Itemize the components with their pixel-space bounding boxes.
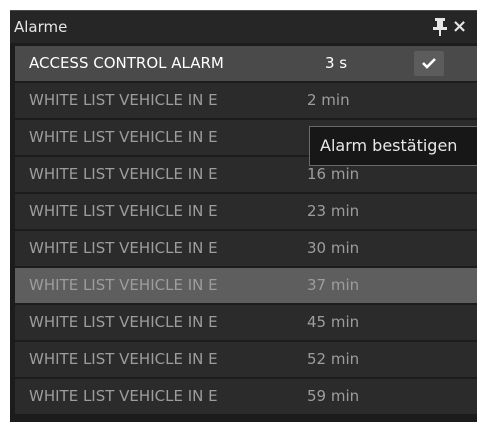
alarm-elapsed-time: 16 min bbox=[307, 165, 360, 183]
alarm-name: WHITE LIST VEHICLE IN E bbox=[29, 91, 218, 109]
alarm-name: WHITE LIST VEHICLE IN E bbox=[29, 387, 218, 405]
alarm-row[interactable]: WHITE LIST VEHICLE IN E 37 min bbox=[15, 268, 477, 303]
alarm-elapsed-time: 37 min bbox=[307, 276, 360, 294]
alarm-elapsed-time: 59 min bbox=[307, 387, 360, 405]
alarm-name: WHITE LIST VEHICLE IN E bbox=[29, 313, 218, 331]
pin-icon[interactable] bbox=[431, 16, 449, 38]
alarm-name: WHITE LIST VEHICLE IN E bbox=[29, 128, 218, 146]
close-icon[interactable]: × bbox=[452, 16, 474, 38]
check-icon bbox=[422, 58, 436, 69]
panel-header: Alarme × bbox=[10, 11, 477, 43]
alarm-list: ACCESS CONTROL ALARM 3 s WHITE LIST VEHICL… bbox=[15, 46, 477, 422]
alarm-row[interactable]: WHITE LIST VEHICLE IN E 2 min bbox=[15, 83, 477, 118]
alarm-row[interactable]: WHITE LIST VEHICLE IN E 45 min bbox=[15, 305, 477, 340]
alarm-elapsed-time: 23 min bbox=[307, 202, 360, 220]
alarm-name: WHITE LIST VEHICLE IN E bbox=[29, 350, 218, 368]
alarm-row[interactable]: WHITE LIST VEHICLE IN E 52 min bbox=[15, 342, 477, 377]
acknowledge-alarm-button[interactable] bbox=[414, 51, 444, 76]
alarm-name: WHITE LIST VEHICLE IN E bbox=[29, 165, 218, 183]
alarm-elapsed-time: 3 s bbox=[325, 54, 348, 72]
tooltip-text: Alarm bestätigen bbox=[320, 136, 458, 155]
alarm-row[interactable]: ACCESS CONTROL ALARM 3 s bbox=[15, 46, 477, 81]
alarm-name: WHITE LIST VEHICLE IN E bbox=[29, 276, 218, 294]
alarm-name: WHITE LIST VEHICLE IN E bbox=[29, 239, 218, 257]
alarm-name: WHITE LIST VEHICLE IN E bbox=[29, 202, 218, 220]
alarm-elapsed-time: 30 min bbox=[307, 239, 360, 257]
alarm-elapsed-time: 45 min bbox=[307, 313, 360, 331]
alarm-row[interactable]: WHITE LIST VEHICLE IN E 59 min bbox=[15, 379, 477, 414]
alarm-row[interactable]: WHITE LIST VEHICLE IN E 23 min bbox=[15, 194, 477, 229]
alarm-elapsed-time: 52 min bbox=[307, 350, 360, 368]
alarm-elapsed-time: 2 min bbox=[307, 91, 350, 109]
alarm-name: ACCESS CONTROL ALARM bbox=[29, 54, 224, 72]
alarm-row[interactable]: WHITE LIST VEHICLE IN E 30 min bbox=[15, 231, 477, 266]
acknowledge-tooltip: Alarm bestätigen bbox=[309, 126, 477, 166]
alarm-panel: Alarme × ACCESS CONTROL ALARM 3 s WHITE LI… bbox=[10, 10, 477, 422]
panel-title: Alarme bbox=[14, 18, 68, 36]
